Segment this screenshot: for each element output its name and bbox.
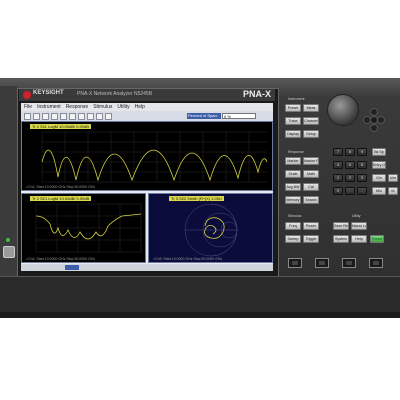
- numpad-5[interactable]: 5: [345, 161, 355, 169]
- entry-off-key[interactable]: Entry Off: [372, 161, 386, 169]
- usb-port-4: [369, 258, 383, 268]
- trace-1-label[interactable]: Tr 1 S11 LogM 10.00dB/ 0.00dB: [30, 124, 91, 129]
- memory-key[interactable]: Memory: [285, 196, 301, 204]
- channel-3-stimulus: >Ch3: Start 10.0000 GHz Stop 50.0000 GHz: [153, 257, 223, 261]
- trace-1-plot: [41, 131, 268, 183]
- utility-group-label: Utility: [352, 214, 361, 218]
- cal-key[interactable]: Cal: [303, 183, 319, 191]
- entry-label: Percent of Span:: [187, 113, 221, 119]
- system-key[interactable]: System: [333, 235, 349, 243]
- menu-file[interactable]: File: [24, 104, 32, 110]
- trace-1-line: [41, 149, 268, 182]
- power-led-indicator: [6, 238, 10, 242]
- stimulus-group-label: Stimulus: [288, 214, 302, 218]
- numpad-1[interactable]: 1: [333, 174, 343, 182]
- numpad-3[interactable]: 3: [357, 174, 367, 182]
- autoscale-icon[interactable]: [78, 112, 85, 120]
- preset-green-key[interactable]: Preset: [370, 235, 384, 243]
- trace-key[interactable]: Trace: [285, 117, 301, 125]
- menu-instrument[interactable]: Instrument: [37, 104, 61, 110]
- trace-window-1[interactable]: Tr 1 S11 LogM 10.00dB/ 0.00dB >Ch1: Star…: [21, 121, 273, 191]
- trace-window-2[interactable]: Tr 2 S21 LogM 10.00dB/ 0.00dB >Ch2: Star…: [21, 193, 146, 263]
- arrow-up-icon[interactable]: [370, 108, 378, 116]
- numpad-2[interactable]: 2: [345, 174, 355, 182]
- macro-local-key[interactable]: Macro Local: [351, 222, 367, 230]
- avg-bw-key[interactable]: Avg BW: [285, 183, 301, 191]
- entry-field[interactable]: 0 %: [222, 113, 256, 119]
- numpad-7[interactable]: 7: [333, 148, 343, 156]
- smith-chart: [184, 203, 238, 257]
- trigger-key[interactable]: Trigger: [303, 235, 319, 243]
- help-key[interactable]: Help: [351, 235, 367, 243]
- trace-2-plot: [35, 203, 142, 253]
- cal-icon[interactable]: [96, 112, 103, 120]
- display-key[interactable]: Display: [285, 130, 301, 138]
- usb-port-3: [342, 258, 356, 268]
- numpad-0[interactable]: 0: [333, 187, 343, 195]
- numpad-8[interactable]: 8: [345, 148, 355, 156]
- measure-icon[interactable]: [87, 112, 94, 120]
- rotary-knob[interactable]: [327, 94, 359, 126]
- numpad-6[interactable]: 6: [357, 161, 367, 169]
- menu-response[interactable]: Response: [66, 104, 89, 110]
- window-icon[interactable]: [105, 112, 112, 120]
- arrow-right-icon[interactable]: [377, 116, 385, 124]
- analyzer-screen: File Instrument Response Stimulus Utilit…: [21, 103, 273, 271]
- model-subtitle: PNA-X Network Analyzer N5245B: [77, 91, 153, 97]
- menu-bar: File Instrument Response Stimulus Utilit…: [21, 103, 273, 111]
- freq-key[interactable]: Freq: [285, 222, 301, 230]
- brand-bar: KEYSIGHT PNA-X Network Analyzer N5245B P…: [19, 89, 275, 101]
- save-icon[interactable]: [33, 112, 40, 120]
- usb-port-1: [288, 258, 302, 268]
- marker-icon[interactable]: [60, 112, 67, 120]
- backspace-key[interactable]: Bk Sp: [372, 148, 386, 156]
- model-name: PNA-X: [242, 89, 271, 99]
- setup-key[interactable]: Setup: [303, 130, 319, 138]
- marker-function-key[interactable]: Marker Fctn: [303, 157, 319, 165]
- toolbar: Percent of Span: 0 %: [21, 111, 273, 121]
- numpad-4[interactable]: 4: [333, 161, 343, 169]
- status-bar: [21, 264, 273, 271]
- menu-help[interactable]: Help: [135, 104, 145, 110]
- menu-stimulus[interactable]: Stimulus: [93, 104, 112, 110]
- usb-port-2: [315, 258, 329, 268]
- channel-1-stimulus: >Ch1: Start 10.0000 GHz Stop 50.0000 GHz: [26, 185, 96, 189]
- kilo-milli-key[interactable]: k/m: [388, 174, 398, 182]
- trace-window-3[interactable]: Tr 3 S22 Smith (R+jX) 1.00U >Ch3: Start …: [148, 193, 273, 263]
- numpad-decimal[interactable]: .: [345, 187, 355, 195]
- menu-utility[interactable]: Utility: [117, 104, 129, 110]
- channel-key[interactable]: Channel: [303, 117, 319, 125]
- zoom-icon[interactable]: [69, 112, 76, 120]
- numpad-minus[interactable]: -: [357, 187, 367, 195]
- instrument-group-label: Instrument: [288, 97, 305, 101]
- status-active-indicator: [65, 265, 79, 270]
- preset-key[interactable]: Preset: [285, 104, 301, 112]
- trace-2-line: [35, 213, 142, 240]
- meas-key[interactable]: Meas: [303, 104, 319, 112]
- sweep-key[interactable]: Sweep: [285, 235, 301, 243]
- power-key[interactable]: Power: [303, 222, 319, 230]
- x1-key[interactable]: x1: [388, 187, 398, 195]
- keysight-logo-icon: [23, 91, 31, 99]
- trace-2-label[interactable]: Tr 2 S21 LogM 10.00dB/ 0.00dB: [30, 196, 92, 201]
- save-recall-key[interactable]: Save Recall: [333, 222, 349, 230]
- print-icon[interactable]: [42, 112, 49, 120]
- arrow-down-icon[interactable]: [370, 124, 378, 132]
- response-group-label: Response: [288, 150, 304, 154]
- power-button[interactable]: [3, 246, 15, 258]
- math-key[interactable]: Math: [303, 170, 319, 178]
- mega-micro-key[interactable]: M/u: [372, 187, 386, 195]
- search-key[interactable]: Search: [303, 196, 319, 204]
- open-icon[interactable]: [24, 112, 31, 120]
- scale-key[interactable]: Scale: [285, 170, 301, 178]
- undo-icon[interactable]: [51, 112, 58, 120]
- trace-3-label[interactable]: Tr 3 S22 Smith (R+jX) 1.00U: [169, 196, 224, 201]
- instrument-base: [0, 312, 400, 318]
- front-panel-bottom: [0, 276, 400, 313]
- marker-key[interactable]: Marker: [285, 157, 301, 165]
- giga-nano-key[interactable]: G/n: [372, 174, 386, 182]
- channel-2-stimulus: >Ch2: Start 10.0000 GHz Stop 50.0000 GHz: [26, 257, 96, 261]
- brand-name: KEYSIGHT: [33, 90, 64, 96]
- numpad-9[interactable]: 9: [357, 148, 367, 156]
